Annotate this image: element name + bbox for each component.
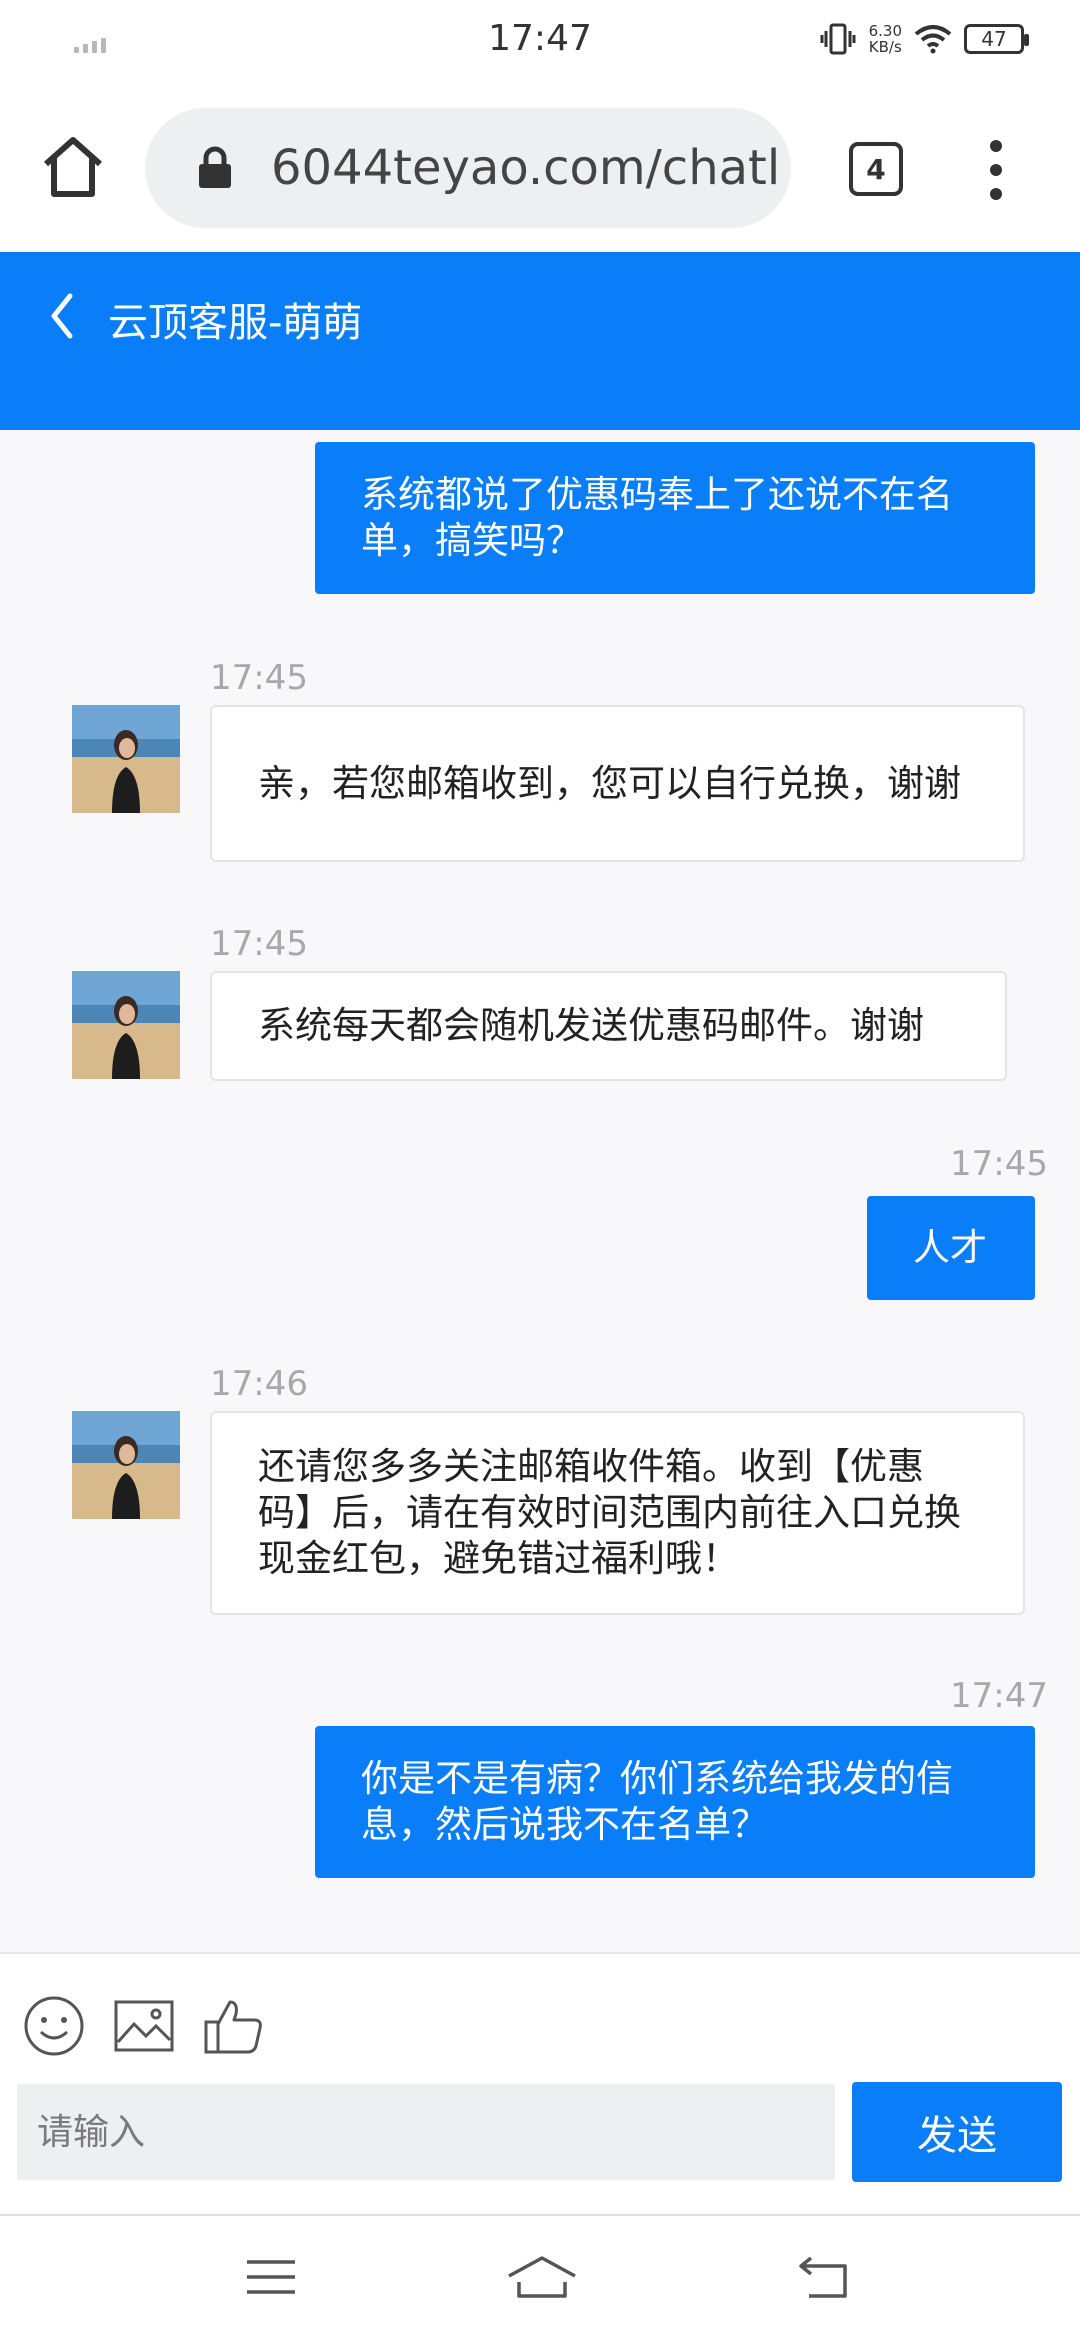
sent-message-bubble[interactable]: 你是不是有病？你们系统给我发的信息，然后说我不在名单？ bbox=[315, 1726, 1035, 1878]
address-bar[interactable]: 6044teyao.com/chatl bbox=[145, 108, 791, 228]
battery-icon: 47 bbox=[964, 24, 1029, 54]
more-menu-icon[interactable] bbox=[976, 140, 1016, 200]
menu-icon[interactable] bbox=[243, 2252, 299, 2302]
chat-title: 云顶客服-萌萌 bbox=[108, 300, 363, 346]
message-timestamp: 17:45 bbox=[950, 1144, 1048, 1184]
system-nav-bar bbox=[0, 2214, 1080, 2340]
received-message-bubble[interactable]: 亲，若您邮箱收到，您可以自行兑换，谢谢 bbox=[210, 705, 1025, 862]
sent-message-bubble[interactable]: 系统都说了优惠码奉上了还说不在名单，搞笑吗？ bbox=[315, 442, 1035, 594]
browser-toolbar: 6044teyao.com/chatl 4 bbox=[0, 84, 1080, 252]
message-timestamp: 17:46 bbox=[210, 1364, 308, 1404]
agent-avatar[interactable] bbox=[72, 971, 180, 1079]
url-text: 6044teyao.com/chatl bbox=[271, 140, 781, 196]
message-input[interactable] bbox=[17, 2084, 835, 2180]
vibrate-icon bbox=[820, 23, 856, 55]
message-timestamp: 17:45 bbox=[210, 924, 308, 964]
emoji-icon[interactable] bbox=[22, 1994, 86, 2058]
message-timestamp: 17:45 bbox=[210, 658, 308, 698]
image-icon[interactable] bbox=[112, 1994, 176, 2058]
status-icons: 6.30 KB/s 47 bbox=[819, 22, 1029, 56]
nav-back-icon[interactable] bbox=[795, 2252, 851, 2302]
received-message-bubble[interactable]: 系统每天都会随机发送优惠码邮件。谢谢 bbox=[210, 971, 1007, 1081]
screen: 17:47 6.30 KB/s 47 6044teyao.com/chatl 4… bbox=[0, 0, 1080, 2340]
agent-avatar[interactable] bbox=[72, 705, 180, 813]
send-button[interactable]: 发送 bbox=[852, 2082, 1062, 2182]
back-icon[interactable] bbox=[42, 286, 84, 346]
thumbs-up-icon[interactable] bbox=[202, 1994, 266, 2058]
received-message-bubble[interactable]: 还请您多多关注邮箱收件箱。收到【优惠码】后，请在有效时间范围内前往入口兑换现金红… bbox=[210, 1411, 1025, 1615]
nav-home-icon[interactable] bbox=[505, 2252, 579, 2302]
message-timestamp: 17:47 bbox=[950, 1676, 1048, 1716]
sent-message-bubble[interactable]: 人才 bbox=[867, 1196, 1035, 1300]
chat-header: 云顶客服-萌萌 bbox=[0, 252, 1080, 430]
wifi-icon bbox=[914, 25, 952, 54]
lock-icon bbox=[199, 146, 231, 188]
message-composer: 发送 bbox=[0, 1952, 1080, 2214]
home-icon[interactable] bbox=[40, 134, 106, 200]
message-list[interactable]: 系统都说了优惠码奉上了还说不在名单，搞笑吗？ 17:45 亲，若您邮箱收到，您可… bbox=[0, 430, 1080, 1952]
agent-avatar[interactable] bbox=[72, 1411, 180, 1519]
tab-switcher-button[interactable]: 4 bbox=[849, 142, 903, 196]
status-bar: 17:47 6.30 KB/s 47 bbox=[0, 0, 1080, 84]
net-speed: 6.30 KB/s bbox=[868, 22, 902, 56]
